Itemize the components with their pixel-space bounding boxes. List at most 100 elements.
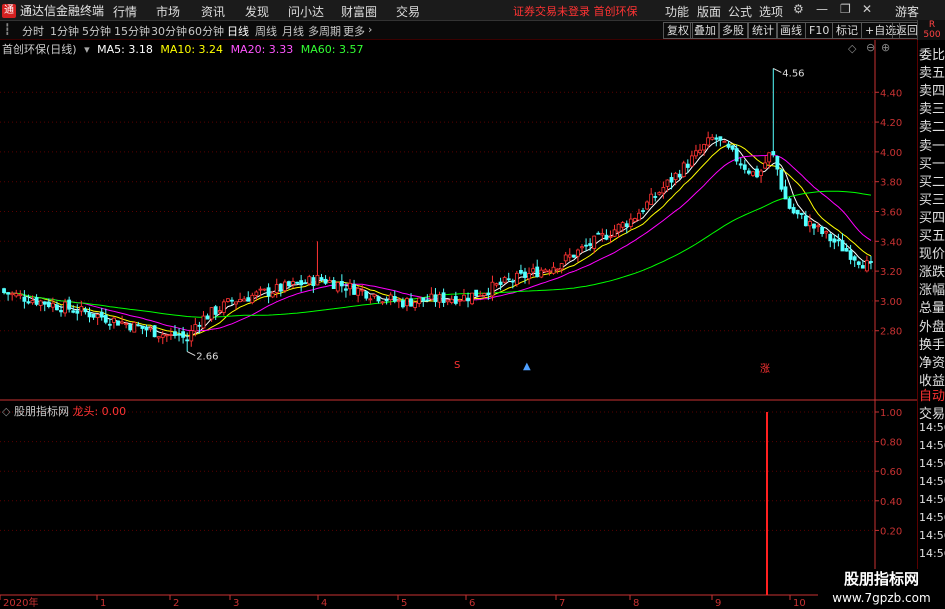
candle-body — [22, 296, 27, 302]
candle-body — [18, 294, 23, 297]
btn-f10[interactable]: F10 — [805, 22, 834, 39]
zoom-in-icon[interactable]: ⊕ — [881, 41, 890, 54]
menu-banmian[interactable]: 版面 — [697, 3, 721, 20]
indicator-tick-label: 1.00 — [880, 408, 902, 419]
candle-body — [405, 298, 409, 307]
period-multi[interactable]: 多周期 — [308, 23, 341, 39]
candle-body — [616, 223, 621, 233]
diamond-icon[interactable]: ◇ — [848, 42, 856, 55]
candle-body — [270, 292, 275, 298]
candle-body — [869, 261, 873, 263]
candle-body — [763, 162, 768, 169]
zoom-out-icon[interactable]: ⊖ — [866, 41, 875, 54]
menu-zixun[interactable]: 资讯 — [201, 3, 225, 20]
period-more[interactable]: 更多 — [343, 23, 365, 39]
candle-body — [816, 225, 820, 228]
period-1min[interactable]: 1分钟 — [50, 23, 79, 39]
period-fenshi[interactable]: 分时 — [22, 23, 44, 39]
candle-body — [209, 307, 214, 320]
restore-icon[interactable]: ❐ — [840, 2, 851, 16]
period-5min[interactable]: 5分钟 — [82, 23, 111, 39]
candle-body — [417, 297, 422, 304]
candle-body — [331, 280, 336, 290]
chevron-right-icon[interactable]: › — [368, 23, 372, 36]
menu-jiaoyi[interactable]: 交易 — [396, 3, 420, 20]
candle-body — [59, 309, 63, 313]
btn-duogu[interactable]: 多股 — [718, 22, 748, 39]
candle-body — [462, 294, 466, 302]
quote-row-1: 卖五 — [919, 66, 945, 82]
candle-body — [335, 282, 340, 292]
candle-body — [771, 151, 776, 156]
period-daily[interactable]: 日线 — [227, 23, 249, 39]
candle-body — [63, 301, 67, 314]
menu-shichang[interactable]: 市场 — [156, 3, 180, 20]
quote-row-0: 委比 — [919, 48, 945, 63]
settings-icon[interactable]: ⚙ — [793, 2, 804, 16]
candle-body — [112, 317, 116, 323]
candle-body — [665, 179, 670, 187]
close-icon[interactable]: ✕ — [862, 2, 872, 16]
candle-body — [238, 299, 243, 303]
lower-row-8: 14:56 — [919, 529, 945, 542]
period-monthly[interactable]: 月线 — [282, 23, 304, 39]
menu-wenxiaoda[interactable]: 问小达 — [288, 3, 324, 20]
candle-body — [384, 299, 389, 302]
btn-diejia[interactable]: 叠加 — [690, 22, 720, 39]
indicator-caret-icon[interactable]: ◇ — [2, 405, 10, 418]
candle-body — [327, 280, 332, 283]
candle-body — [295, 281, 299, 284]
legend-caret-icon[interactable]: ▾ — [84, 43, 90, 56]
candle-body — [116, 320, 120, 326]
menu-gongshi[interactable]: 公式 — [728, 3, 752, 20]
rank-badge[interactable]: R 500 — [917, 20, 945, 40]
quote-row-8: 买三 — [919, 192, 945, 208]
btn-fuquan[interactable]: 复权 — [663, 22, 693, 39]
menu-faxian[interactable]: 发现 — [245, 3, 269, 20]
legend-stock: 首创环保(日线) — [2, 43, 77, 56]
candle-body — [246, 297, 251, 302]
candle-body — [689, 155, 694, 167]
legend-ma10: MA10: 3.24 — [160, 43, 224, 56]
minimize-icon[interactable]: — — [816, 2, 828, 16]
candle-body — [808, 221, 812, 227]
candle-body — [376, 296, 381, 302]
candle-body — [6, 292, 11, 295]
ma5-line — [3, 138, 872, 337]
btn-biaoji[interactable]: 标记 — [832, 22, 862, 39]
menu-bar: 通 通达信金融终端 行情 市场 资讯 发现 问小达 财富圈 交易 证券交易未登录… — [0, 0, 945, 21]
menu-gongneng[interactable]: 功能 — [665, 3, 689, 20]
guest-label[interactable]: 游客 — [895, 3, 919, 20]
menu-caifuquan[interactable]: 财富圈 — [341, 3, 377, 20]
candle-body — [767, 152, 772, 163]
candle-body — [319, 277, 324, 280]
period-weekly[interactable]: 周线 — [255, 23, 277, 39]
btn-huaxian[interactable]: 画线 — [776, 22, 806, 39]
candle-body — [580, 246, 584, 249]
candle-body — [775, 156, 780, 170]
kline-chart[interactable]: 2020年 1 2 3 4 5 6 7 8 9 10 4.40 4.20 4.00 3.80 3.60 3.4… — [0, 40, 917, 609]
candle-body — [718, 136, 723, 141]
candle-body — [482, 293, 487, 296]
price-tick-label: 3.20 — [880, 267, 902, 278]
menu-xuanxiang[interactable]: 选项 — [759, 3, 783, 20]
period-15min[interactable]: 15分钟 — [114, 23, 150, 39]
candle-body — [584, 244, 588, 247]
candle-body — [250, 294, 255, 303]
candle-body — [441, 292, 446, 303]
candle-body — [449, 298, 454, 303]
indicator-legend: ◇ 股朋指标网 龙头: 0.00 — [2, 403, 126, 419]
period-30min[interactable]: 30分钟 — [151, 23, 187, 39]
candle-body — [514, 272, 519, 285]
candle-body — [702, 144, 706, 151]
candle-body — [177, 333, 181, 336]
btn-tongji[interactable]: 统计 — [748, 22, 778, 39]
period-60min[interactable]: 60分钟 — [188, 23, 224, 39]
candle-body — [189, 330, 194, 342]
candle-body — [262, 288, 267, 291]
candle-body — [592, 235, 597, 249]
menu-hangqing[interactable]: 行情 — [113, 3, 137, 20]
login-notice[interactable]: 证券交易未登录 首创环保 — [513, 3, 638, 19]
candle-body — [539, 269, 544, 278]
date-label: 2 — [173, 598, 179, 609]
